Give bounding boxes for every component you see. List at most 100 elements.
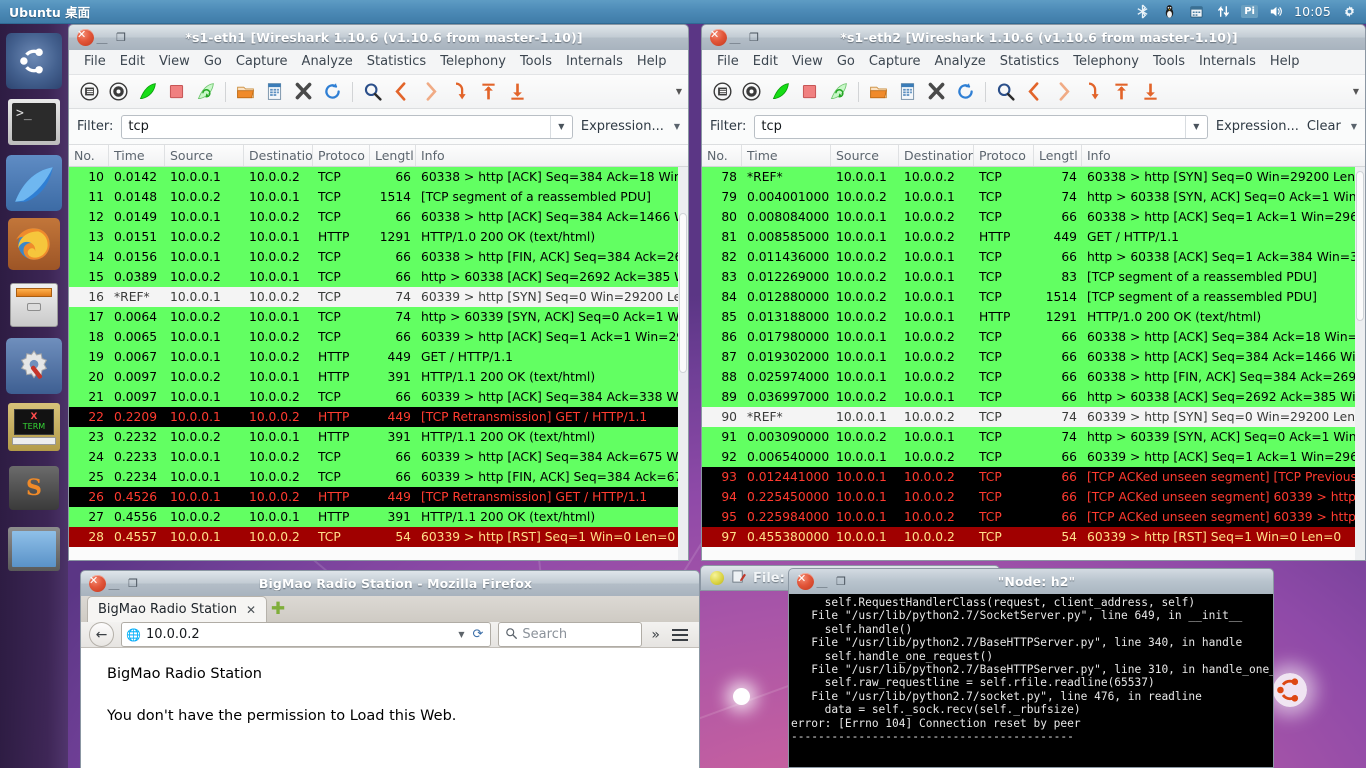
scrollbar-thumb[interactable]: [679, 213, 687, 373]
open-file-icon[interactable]: [231, 78, 260, 106]
column-protocol[interactable]: Protoco: [974, 145, 1034, 166]
launcher-item-firefox[interactable]: [6, 216, 62, 272]
interfaces-icon[interactable]: [708, 78, 737, 106]
reload-icon[interactable]: [318, 78, 347, 106]
packet-row[interactable]: 20 0.0097 10.0.0.2 10.0.0.1 HTTP 391 HTTP/1.1 …: [69, 367, 688, 387]
filter-history-dropdown-icon[interactable]: ▼: [1184, 115, 1207, 138]
filter-input-wrapper[interactable]: ▼: [754, 114, 1208, 139]
column-no[interactable]: No.: [702, 145, 742, 166]
scrollbar-thumb[interactable]: [1356, 171, 1364, 321]
column-length[interactable]: Lengtl: [1034, 145, 1082, 166]
menu-internals[interactable]: Internals: [559, 53, 630, 70]
url-bar[interactable]: 🌐 10.0.0.2 ▼ ⟳: [121, 622, 492, 647]
go-first-icon[interactable]: [1107, 78, 1136, 106]
packet-row[interactable]: 97 0.455380000 10.0.0.1 10.0.0.2 TCP 54 60339 …: [702, 527, 1365, 547]
tab-close-icon[interactable]: ✕: [246, 603, 256, 617]
packet-row[interactable]: 11 0.0148 10.0.0.2 10.0.0.1 TCP 1514 [TCP segm…: [69, 187, 688, 207]
close-icon[interactable]: ✕: [710, 29, 727, 46]
filter-input-wrapper[interactable]: ▼: [121, 114, 573, 139]
maximize-icon[interactable]: ❐: [833, 574, 849, 590]
go-to-packet-icon[interactable]: [1078, 78, 1107, 106]
packet-columns-eth1[interactable]: No. Time Source Destinatior Protoco Leng…: [69, 145, 688, 167]
search-box[interactable]: Search: [498, 622, 643, 647]
packet-row[interactable]: 81 0.008585000 10.0.0.1 10.0.0.2 HTTP 449 GET …: [702, 227, 1365, 247]
packet-row[interactable]: 22 0.2209 10.0.0.1 10.0.0.2 HTTP 449 [TCP Retr…: [69, 407, 688, 427]
wireshark-window-eth1[interactable]: ✕ ＿ ❐ *s1-eth1 [Wireshark 1.10.6 (v1.10.…: [68, 24, 689, 561]
menubar-eth1[interactable]: File Edit View Go Capture Analyze Statis…: [69, 50, 688, 75]
interfaces-icon[interactable]: [75, 78, 104, 106]
packet-row[interactable]: 18 0.0065 10.0.0.1 10.0.0.2 TCP 66 60339 > htt…: [69, 327, 688, 347]
minimize-icon[interactable]: ＿: [814, 574, 830, 590]
capture-options-icon[interactable]: [104, 78, 133, 106]
column-source[interactable]: Source: [831, 145, 899, 166]
toolbar-eth2[interactable]: ▼: [702, 75, 1365, 109]
menu-statistics[interactable]: Statistics: [993, 53, 1066, 70]
packet-row[interactable]: 92 0.006540000 10.0.0.1 10.0.0.2 TCP 66 60339 …: [702, 447, 1365, 467]
column-destination[interactable]: Destinatior: [244, 145, 313, 166]
column-source[interactable]: Source: [165, 145, 244, 166]
packet-row[interactable]: 13 0.0151 10.0.0.2 10.0.0.1 HTTP 1291 HTTP/1.0…: [69, 227, 688, 247]
packet-row[interactable]: 15 0.0389 10.0.0.2 10.0.0.1 TCP 66 http > 6033…: [69, 267, 688, 287]
save-file-icon[interactable]: [260, 78, 289, 106]
packet-row[interactable]: 88 0.025974000 10.0.0.1 10.0.0.2 TCP 66 60338 …: [702, 367, 1365, 387]
packet-row[interactable]: 91 0.003090000 10.0.0.2 10.0.0.1 TCP 74 http >…: [702, 427, 1365, 447]
restart-capture-icon[interactable]: [191, 78, 220, 106]
minimize-icon[interactable]: ＿: [94, 30, 110, 46]
column-length[interactable]: Lengtl: [370, 145, 416, 166]
packet-list-scrollbar-eth1[interactable]: [678, 167, 688, 560]
session-gear-icon[interactable]: [1340, 3, 1358, 21]
start-capture-icon[interactable]: [766, 78, 795, 106]
filter-input[interactable]: [755, 115, 1185, 138]
packet-list-scrollbar-eth2[interactable]: [1355, 167, 1365, 560]
keyboard-layout-indicator[interactable]: Pi: [1241, 5, 1258, 18]
titlebar-eth2[interactable]: ✕ ＿ ❐ *s1-eth2 [Wireshark 1.10.6 (v1.10.…: [701, 24, 1366, 50]
packet-row[interactable]: 14 0.0156 10.0.0.1 10.0.0.2 TCP 66 60338 > htt…: [69, 247, 688, 267]
packet-row[interactable]: 17 0.0064 10.0.0.2 10.0.0.1 TCP 74 http > 6033…: [69, 307, 688, 327]
close-icon[interactable]: ✕: [77, 29, 94, 46]
launcher-item-xterm[interactable]: X TERM: [6, 399, 62, 455]
restart-capture-icon[interactable]: [824, 78, 853, 106]
minimize-icon[interactable]: ＿: [106, 576, 122, 592]
close-icon[interactable]: ✕: [89, 575, 106, 592]
launcher-item-remote-desktop[interactable]: [6, 521, 62, 577]
maximize-icon[interactable]: ❐: [125, 576, 141, 592]
reload-icon[interactable]: [951, 78, 980, 106]
bluetooth-icon[interactable]: [1133, 3, 1151, 21]
titlebar-eth1[interactable]: ✕ ＿ ❐ *s1-eth1 [Wireshark 1.10.6 (v1.10.…: [68, 24, 689, 50]
filter-input[interactable]: [122, 115, 550, 138]
launcher-item-wireshark[interactable]: [6, 155, 62, 211]
close-icon[interactable]: ✕: [797, 573, 814, 590]
edit-note-icon[interactable]: [731, 569, 746, 587]
go-back-icon[interactable]: [1020, 78, 1049, 106]
menubar-eth2[interactable]: File Edit View Go Capture Analyze Statis…: [702, 50, 1365, 75]
tab-strip[interactable]: BigMao Radio Station ✕ ✚: [81, 596, 699, 622]
close-file-icon[interactable]: [922, 78, 951, 106]
menu-telephony[interactable]: Telephony: [433, 53, 513, 70]
clear-filter-button[interactable]: Clear: [1307, 119, 1341, 134]
packet-row[interactable]: 90 *REF* 10.0.0.1 10.0.0.2 TCP 74 60339 > http…: [702, 407, 1365, 427]
chevron-overflow-icon[interactable]: »: [649, 627, 662, 643]
packet-row[interactable]: 10 0.0142 10.0.0.1 10.0.0.2 TCP 66 60338 > htt…: [69, 167, 688, 187]
menu-go[interactable]: Go: [197, 53, 229, 70]
expression-button[interactable]: Expression...: [581, 119, 664, 134]
menu-tools[interactable]: Tools: [1146, 53, 1192, 70]
menu-analyze[interactable]: Analyze: [928, 53, 993, 70]
column-protocol[interactable]: Protoco: [313, 145, 370, 166]
packet-columns-eth2[interactable]: No. Time Source Destinatior Protoco Leng…: [702, 145, 1365, 167]
clock[interactable]: 10:05: [1294, 4, 1331, 19]
packet-row[interactable]: 78 *REF* 10.0.0.1 10.0.0.2 TCP 74 60338 > http…: [702, 167, 1365, 187]
column-destination[interactable]: Destinatior: [899, 145, 974, 166]
firefox-titlebar[interactable]: ✕ ＿ ❐ BigMao Radio Station - Mozilla Fir…: [80, 570, 700, 596]
back-button[interactable]: ←: [89, 622, 114, 647]
go-last-icon[interactable]: [503, 78, 532, 106]
wireshark-window-eth2[interactable]: ✕ ＿ ❐ *s1-eth2 [Wireshark 1.10.6 (v1.10.…: [701, 24, 1366, 561]
menu-help[interactable]: Help: [630, 53, 674, 70]
xterm-window-node-h2[interactable]: ✕ ＿ ❐ "Node: h2" self.RequestHandlerClas…: [788, 568, 1274, 768]
menu-statistics[interactable]: Statistics: [360, 53, 433, 70]
minimize-icon[interactable]: ＿: [727, 30, 743, 46]
launcher-item-s-drive[interactable]: S: [6, 460, 62, 516]
filter-bar-eth2[interactable]: Filter: ▼ Expression... Clear ▼: [702, 109, 1365, 145]
packet-row[interactable]: 86 0.017980000 10.0.0.1 10.0.0.2 TCP 66 60338 …: [702, 327, 1365, 347]
launcher-item-system-settings[interactable]: [6, 338, 62, 394]
packet-row[interactable]: 80 0.008084000 10.0.0.1 10.0.0.2 TCP 66 60338 …: [702, 207, 1365, 227]
